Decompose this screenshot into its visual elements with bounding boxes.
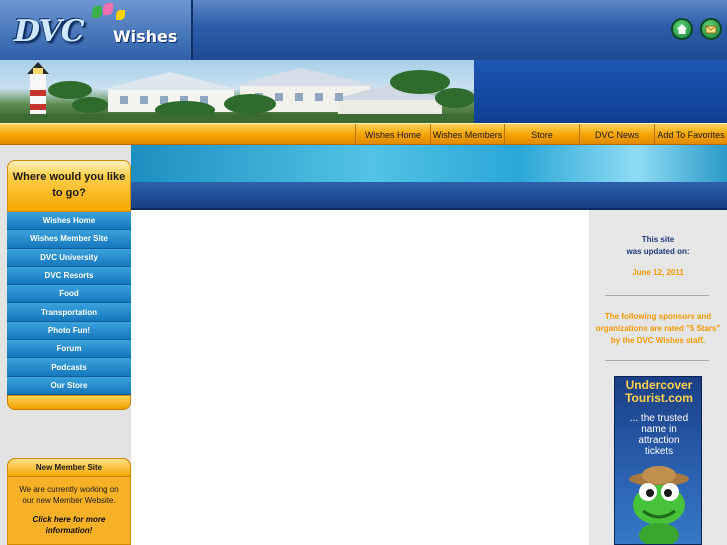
decorative-banner — [131, 145, 727, 182]
menu-item-wishes-member-site[interactable]: Wishes Member Site — [7, 230, 131, 249]
updated-label: This site was updated on: — [589, 234, 727, 258]
ad-tagline-line-2: name in — [641, 424, 677, 435]
ad-tagline-line-1: ... the trusted — [629, 413, 689, 424]
menu-item-podcasts[interactable]: Podcasts — [7, 358, 131, 377]
content-header-band — [131, 182, 727, 210]
logo-text: DVC — [14, 14, 85, 49]
sidebar-heading: Where would you like to go? — [7, 160, 131, 212]
new-member-link[interactable]: Click here for more information! — [8, 506, 130, 536]
updated-date: June 12, 2011 — [632, 268, 684, 277]
menu-item-transportation[interactable]: Transportation — [7, 303, 131, 322]
sidebar-menu: Wishes Home Wishes Member Site DVC Unive… — [7, 212, 131, 395]
resort-photo — [0, 60, 474, 123]
menu-item-our-store[interactable]: Our Store — [7, 376, 131, 395]
menu-item-wishes-home[interactable]: Wishes Home — [7, 212, 131, 231]
header-blue-panel — [474, 60, 727, 123]
ad-tagline-line-4: tickets — [644, 446, 674, 457]
updated-label-line-1: This site — [641, 235, 675, 244]
divider — [605, 360, 709, 361]
ad-tagline: ... the trusted name in attraction ticke… — [615, 413, 701, 457]
updated-label-line-2: was updated on: — [626, 247, 690, 256]
home-icon[interactable] — [671, 18, 693, 40]
frog-mascot-icon — [629, 466, 689, 544]
ad-title-line-2: Tourist.com — [625, 391, 693, 405]
top-nav: Wishes Home Wishes Members Store DVC New… — [0, 123, 727, 145]
new-member-text: We are currently working on our new Memb… — [19, 485, 119, 505]
menu-item-forum[interactable]: Forum — [7, 340, 131, 359]
site-logo[interactable]: DVC Wishes — [0, 0, 193, 60]
ad-title: Undercover Tourist.com — [615, 379, 701, 405]
new-member-title: New Member Site — [8, 459, 130, 477]
logo-flower-icon — [103, 3, 113, 15]
mail-icon[interactable] — [700, 18, 722, 40]
ad-tagline-line-3: attraction — [638, 435, 680, 446]
sponsor-text: The following sponsors and organizations… — [595, 312, 721, 345]
new-member-box: New Member Site We are currently working… — [7, 458, 131, 545]
undercover-tourist-ad[interactable]: Undercover Tourist.com ... the trusted n… — [614, 376, 702, 545]
logo-star-icon — [116, 10, 125, 20]
nav-wishes-home[interactable]: Wishes Home — [355, 124, 430, 145]
logo-suffix: Wishes — [113, 27, 178, 46]
menu-item-dvc-university[interactable]: DVC University — [7, 248, 131, 267]
nav-store[interactable]: Store — [504, 124, 579, 145]
nav-add-to-favorites[interactable]: Add To Favorites — [654, 124, 727, 145]
menu-item-dvc-resorts[interactable]: DVC Resorts — [7, 266, 131, 286]
nav-wishes-members[interactable]: Wishes Members — [430, 124, 504, 145]
sidebar-menu-footer — [7, 395, 131, 410]
menu-item-photo-fun[interactable]: Photo Fun! — [7, 321, 131, 341]
divider — [605, 295, 709, 296]
logo-leaf-icon — [92, 6, 102, 18]
nav-dvc-news[interactable]: DVC News — [579, 124, 654, 145]
menu-item-food[interactable]: Food — [7, 285, 131, 304]
